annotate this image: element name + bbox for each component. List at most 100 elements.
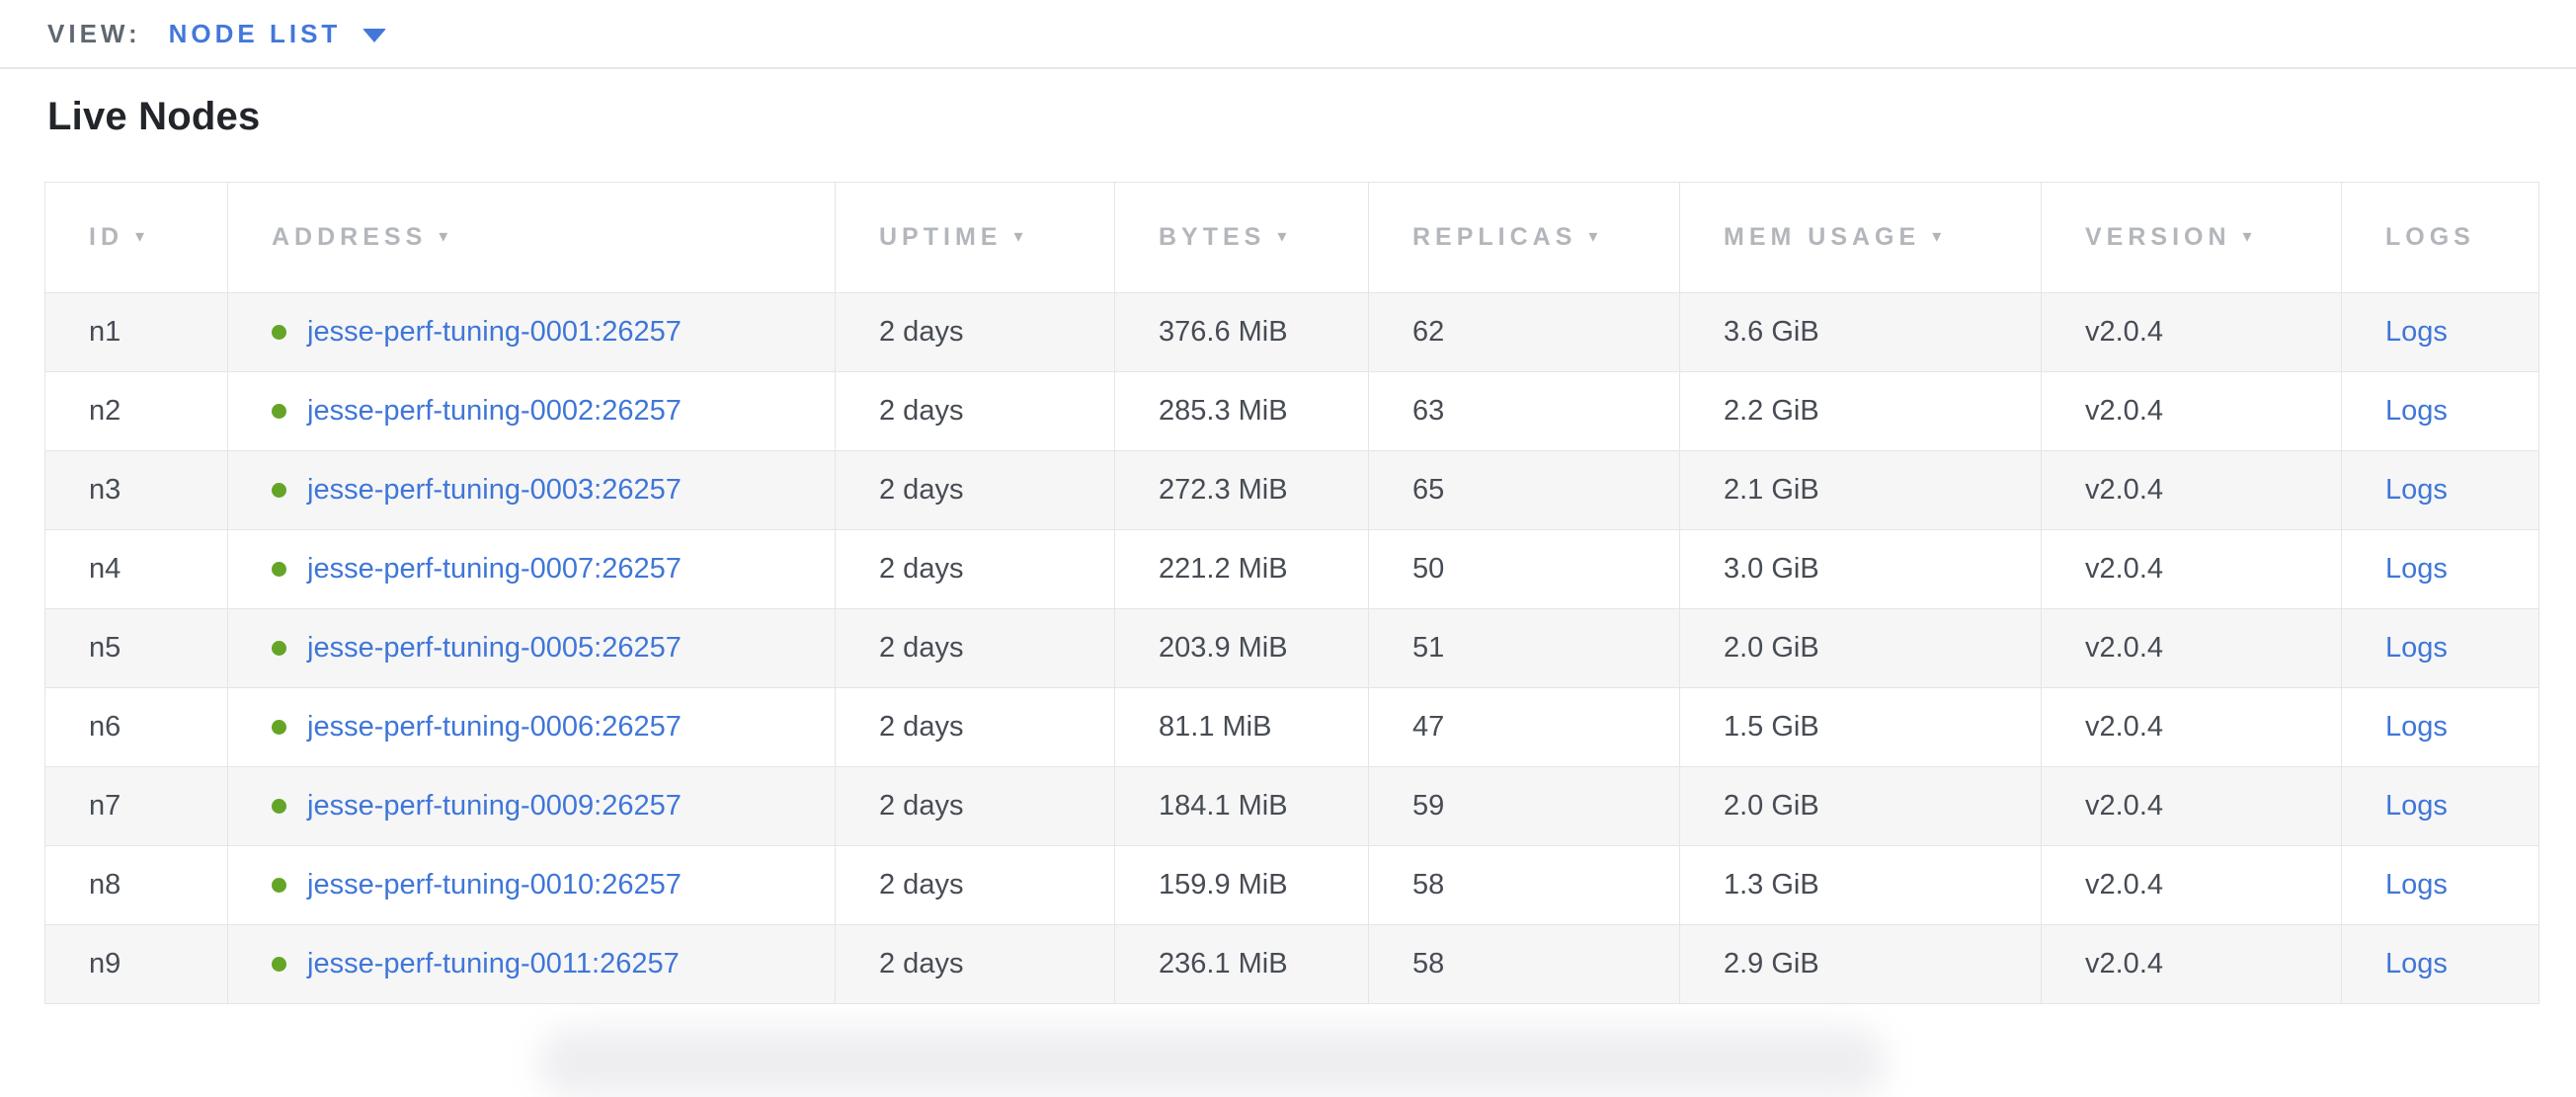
node-status-icon [272,483,286,498]
node-status-icon [272,957,286,972]
column-header-bytes[interactable]: BYTES▾ [1115,183,1369,293]
cell-node-id: n6 [45,688,228,767]
cell-version: v2.0.4 [2042,846,2342,925]
table-row: n6jesse-perf-tuning-0006:262572 days81.1… [45,688,2539,767]
column-header-address[interactable]: ADDRESS ▾ [228,183,836,293]
cell-replicas: 62 [1369,293,1680,372]
cell-bytes: 376.6 MiB [1115,293,1369,372]
cell-mem-usage: 3.0 GiB [1680,530,2042,609]
view-dropdown-value: NODE LIST [169,19,342,49]
cell-replicas: 51 [1369,609,1680,688]
cell-uptime: 2 days [836,688,1115,767]
cell-address: jesse-perf-tuning-0006:26257 [228,688,836,767]
cell-uptime: 2 days [836,925,1115,1004]
cell-replicas: 63 [1369,372,1680,451]
logs-link[interactable]: Logs [2385,395,2448,427]
cell-node-id: n2 [45,372,228,451]
view-selector-bar: VIEW: NODE LIST [0,0,2576,69]
address-link[interactable]: jesse-perf-tuning-0003:26257 [307,474,682,507]
address-wrap: jesse-perf-tuning-0011:26257 [272,948,825,980]
cell-node-id: n4 [45,530,228,609]
cell-bytes: 236.1 MiB [1115,925,1369,1004]
column-header-label: ADDRESS [272,223,427,251]
table-row: n5jesse-perf-tuning-0005:262572 days203.… [45,609,2539,688]
cell-logs: Logs [2342,767,2539,846]
address-wrap: jesse-perf-tuning-0005:26257 [272,632,825,665]
column-header-replicas[interactable]: REPLICAS ▾ [1369,183,1680,293]
column-header-version[interactable]: VERSION▾ [2042,183,2342,293]
table-row: n7jesse-perf-tuning-0009:262572 days184.… [45,767,2539,846]
logs-link[interactable]: Logs [2385,869,2448,901]
address-link[interactable]: jesse-perf-tuning-0009:26257 [307,790,682,823]
cell-mem-usage: 2.0 GiB [1680,609,2042,688]
logs-link[interactable]: Logs [2385,632,2448,664]
cell-address: jesse-perf-tuning-0007:26257 [228,530,836,609]
cell-bytes: 203.9 MiB [1115,609,1369,688]
address-wrap: jesse-perf-tuning-0010:26257 [272,869,825,901]
column-header-uptime[interactable]: UPTIME ▾ [836,183,1115,293]
column-header-label: REPLICAS [1412,223,1576,251]
cell-logs: Logs [2342,293,2539,372]
cell-mem-usage: 1.3 GiB [1680,846,2042,925]
logs-link[interactable]: Logs [2385,948,2448,979]
cell-address: jesse-perf-tuning-0001:26257 [228,293,836,372]
address-link[interactable]: jesse-perf-tuning-0010:26257 [307,869,682,901]
cell-node-id: n8 [45,846,228,925]
cell-address: jesse-perf-tuning-0010:26257 [228,846,836,925]
address-link[interactable]: jesse-perf-tuning-0006:26257 [307,711,682,744]
cell-bytes: 221.2 MiB [1115,530,1369,609]
cell-uptime: 2 days [836,846,1115,925]
view-dropdown[interactable]: NODE LIST [169,19,387,49]
table-row: n1jesse-perf-tuning-0001:262572 days376.… [45,293,2539,372]
cell-address: jesse-perf-tuning-0005:26257 [228,609,836,688]
cell-logs: Logs [2342,451,2539,530]
column-header-label: BYTES [1159,223,1265,251]
logs-link[interactable]: Logs [2385,553,2448,585]
logs-link[interactable]: Logs [2385,316,2448,348]
sort-arrow-icon: ▾ [1932,226,1941,246]
cell-bytes: 159.9 MiB [1115,846,1369,925]
node-status-icon [272,878,286,893]
cell-version: v2.0.4 [2042,925,2342,1004]
live-nodes-table-container: ID▾ADDRESS▾UPTIME▾BYTES▾REPLICAS▾MEM USA… [44,182,2538,1004]
address-link[interactable]: jesse-perf-tuning-0002:26257 [307,395,682,428]
table-row: n9jesse-perf-tuning-0011:262572 days236.… [45,925,2539,1004]
cell-replicas: 47 [1369,688,1680,767]
address-wrap: jesse-perf-tuning-0002:26257 [272,395,825,428]
live-nodes-table: ID▾ADDRESS▾UPTIME▾BYTES▾REPLICAS▾MEM USA… [44,182,2539,1004]
address-wrap: jesse-perf-tuning-0001:26257 [272,316,825,349]
address-link[interactable]: jesse-perf-tuning-0001:26257 [307,316,682,349]
logs-link[interactable]: Logs [2385,790,2448,822]
cell-address: jesse-perf-tuning-0011:26257 [228,925,836,1004]
sort-arrow-icon: ▾ [439,226,447,246]
sort-arrow-icon: ▾ [1588,226,1597,246]
address-link[interactable]: jesse-perf-tuning-0011:26257 [307,948,680,980]
address-link[interactable]: jesse-perf-tuning-0005:26257 [307,632,682,665]
sort-arrow-icon: ▾ [1013,226,1022,246]
address-wrap: jesse-perf-tuning-0003:26257 [272,474,825,507]
cell-uptime: 2 days [836,372,1115,451]
column-header-id[interactable]: ID▾ [45,183,228,293]
column-header-mem_usage[interactable]: MEM USAGE▾ [1680,183,2042,293]
cell-replicas: 58 [1369,925,1680,1004]
cell-version: v2.0.4 [2042,530,2342,609]
logs-link[interactable]: Logs [2385,711,2448,743]
next-section-shadow [538,1028,1887,1097]
page-title: Live Nodes [47,95,2576,138]
column-header-label: UPTIME [879,223,1002,251]
table-row: n4 jesse-perf-tuning-0007:26257 2 days221.… [45,530,2539,609]
cell-address: jesse-perf-tuning-0009:26257 [228,767,836,846]
cell-mem-usage: 3.6 GiB [1680,293,2042,372]
cell-replicas: 58 [1369,846,1680,925]
cell-version: v2.0.4 [2042,609,2342,688]
cell-uptime: 2 days [836,609,1115,688]
node-status-icon [272,325,286,340]
cell-uptime: 2 days [836,530,1115,609]
cell-node-id: n7 [45,767,228,846]
cell-uptime: 2 days [836,767,1115,846]
cell-node-id: n1 [45,293,228,372]
address-link[interactable]: jesse-perf-tuning-0007:26257 [307,553,682,586]
cell-address: jesse-perf-tuning-0003:26257 [228,451,836,530]
cell-version: v2.0.4 [2042,767,2342,846]
logs-link[interactable]: Logs [2385,474,2448,506]
